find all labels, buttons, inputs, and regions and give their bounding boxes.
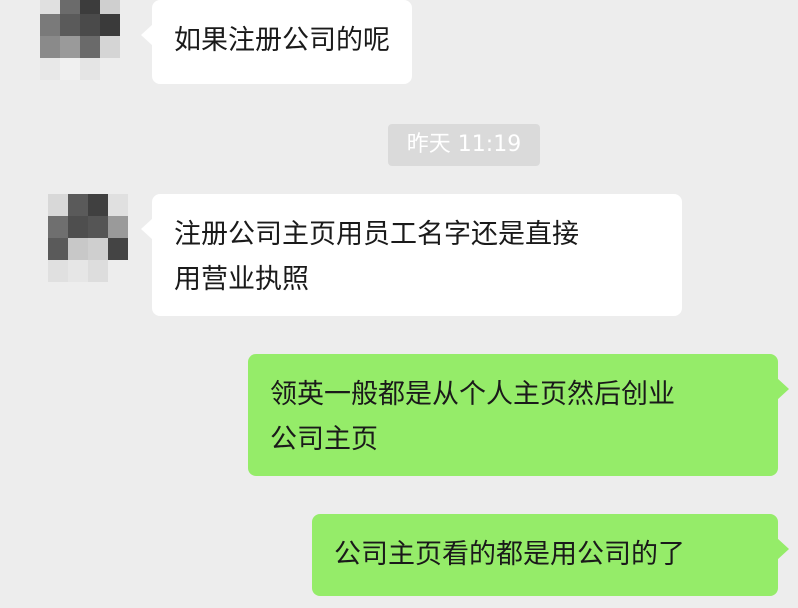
message-text-line: 用营业执照 — [174, 264, 309, 295]
timestamp-badge: 昨天 11:19 — [388, 124, 540, 166]
message-text-line: 公司主页 — [270, 424, 378, 455]
message-bubble-self[interactable]: 公司主页看的都是用公司的了 — [312, 514, 789, 596]
message-text-line: 领英一般都是从个人主页然后创业 — [270, 379, 675, 410]
contact-avatar[interactable] — [48, 194, 128, 282]
contact-avatar[interactable] — [40, 0, 120, 80]
message-bubble-self[interactable]: 领英一般都是从个人主页然后创业 公司主页 — [248, 354, 789, 476]
message-text: 如果注册公司的呢 — [174, 25, 390, 56]
message-text-line: 注册公司主页用员工名字还是直接 — [174, 219, 579, 250]
message-bubble[interactable]: 注册公司主页用员工名字还是直接 用营业执照 — [141, 194, 682, 316]
message-text: 公司主页看的都是用公司的了 — [334, 539, 685, 570]
message-bubble[interactable]: 如果注册公司的呢 — [141, 0, 412, 84]
